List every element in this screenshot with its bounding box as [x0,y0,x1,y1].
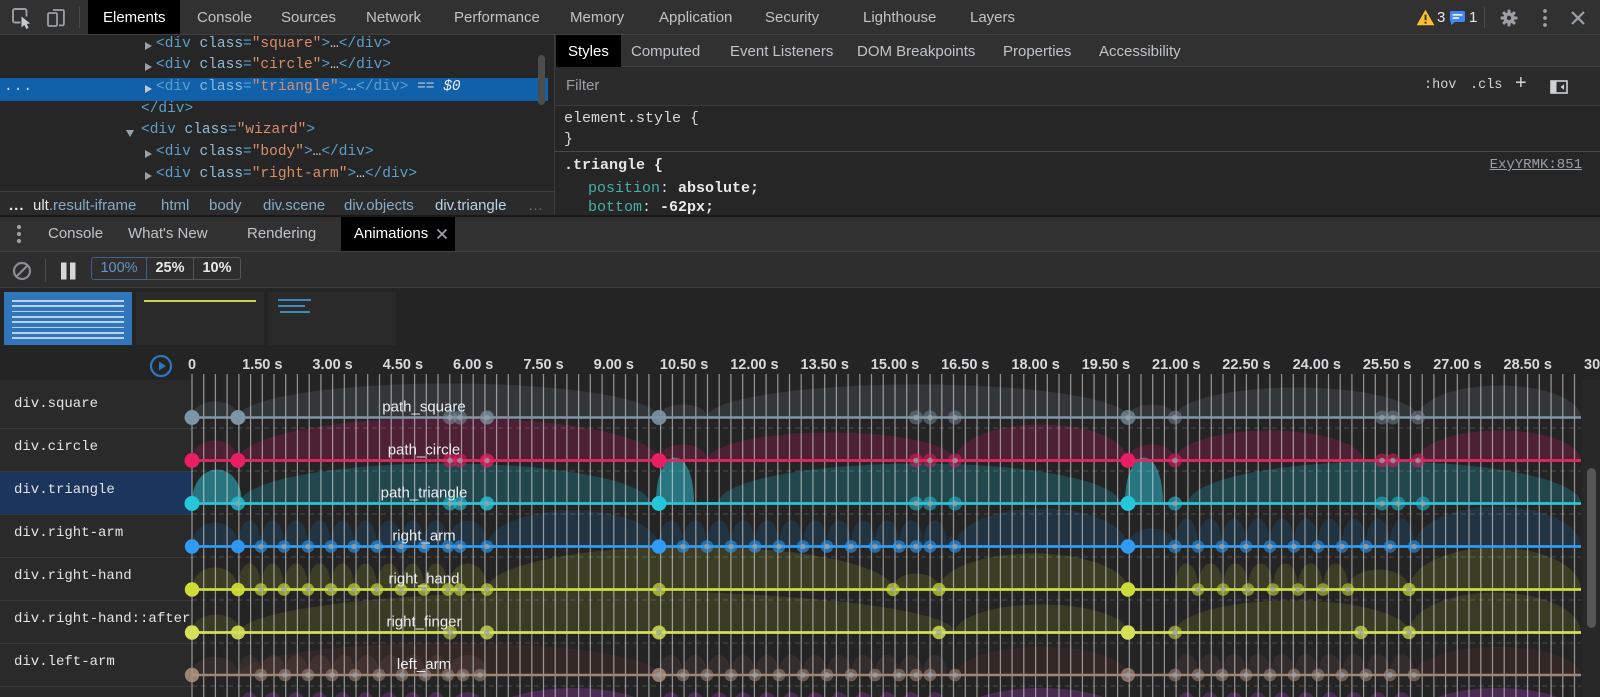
svg-text:9.00 s: 9.00 s [594,357,634,373]
svg-text:28.50 s: 28.50 s [1504,357,1552,373]
svg-text:13.50 s: 13.50 s [801,357,849,373]
svg-text:24.00 s: 24.00 s [1293,357,1341,373]
svg-text:6.00 s: 6.00 s [453,357,493,373]
svg-text:30.0: 30.0 [1584,357,1600,373]
svg-text:10.50 s: 10.50 s [660,357,708,373]
svg-text:4.50 s: 4.50 s [383,357,423,373]
svg-text:right_arm: right_arm [392,528,455,545]
svg-text:3.00 s: 3.00 s [312,357,352,373]
svg-text:right_hand: right_hand [389,571,460,588]
svg-text:0: 0 [188,357,196,373]
svg-text:21.00 s: 21.00 s [1152,357,1200,373]
svg-text:right_finger: right_finger [386,614,461,631]
svg-text:27.00 s: 27.00 s [1433,357,1481,373]
svg-text:15.00 s: 15.00 s [871,357,919,373]
svg-text:22.50 s: 22.50 s [1222,357,1270,373]
svg-text:16.50 s: 16.50 s [941,357,989,373]
svg-text:left_arm: left_arm [397,656,451,673]
svg-text:path_triangle: path_triangle [381,485,468,502]
svg-text:path_square: path_square [382,399,465,416]
svg-text:path_circle: path_circle [388,442,461,459]
svg-text:25.50 s: 25.50 s [1363,357,1411,373]
svg-text:7.50 s: 7.50 s [523,357,563,373]
svg-text:18.00 s: 18.00 s [1011,357,1059,373]
svg-text:1.50 s: 1.50 s [242,357,282,373]
svg-text:12.00 s: 12.00 s [730,357,778,373]
svg-text:19.50 s: 19.50 s [1082,357,1130,373]
